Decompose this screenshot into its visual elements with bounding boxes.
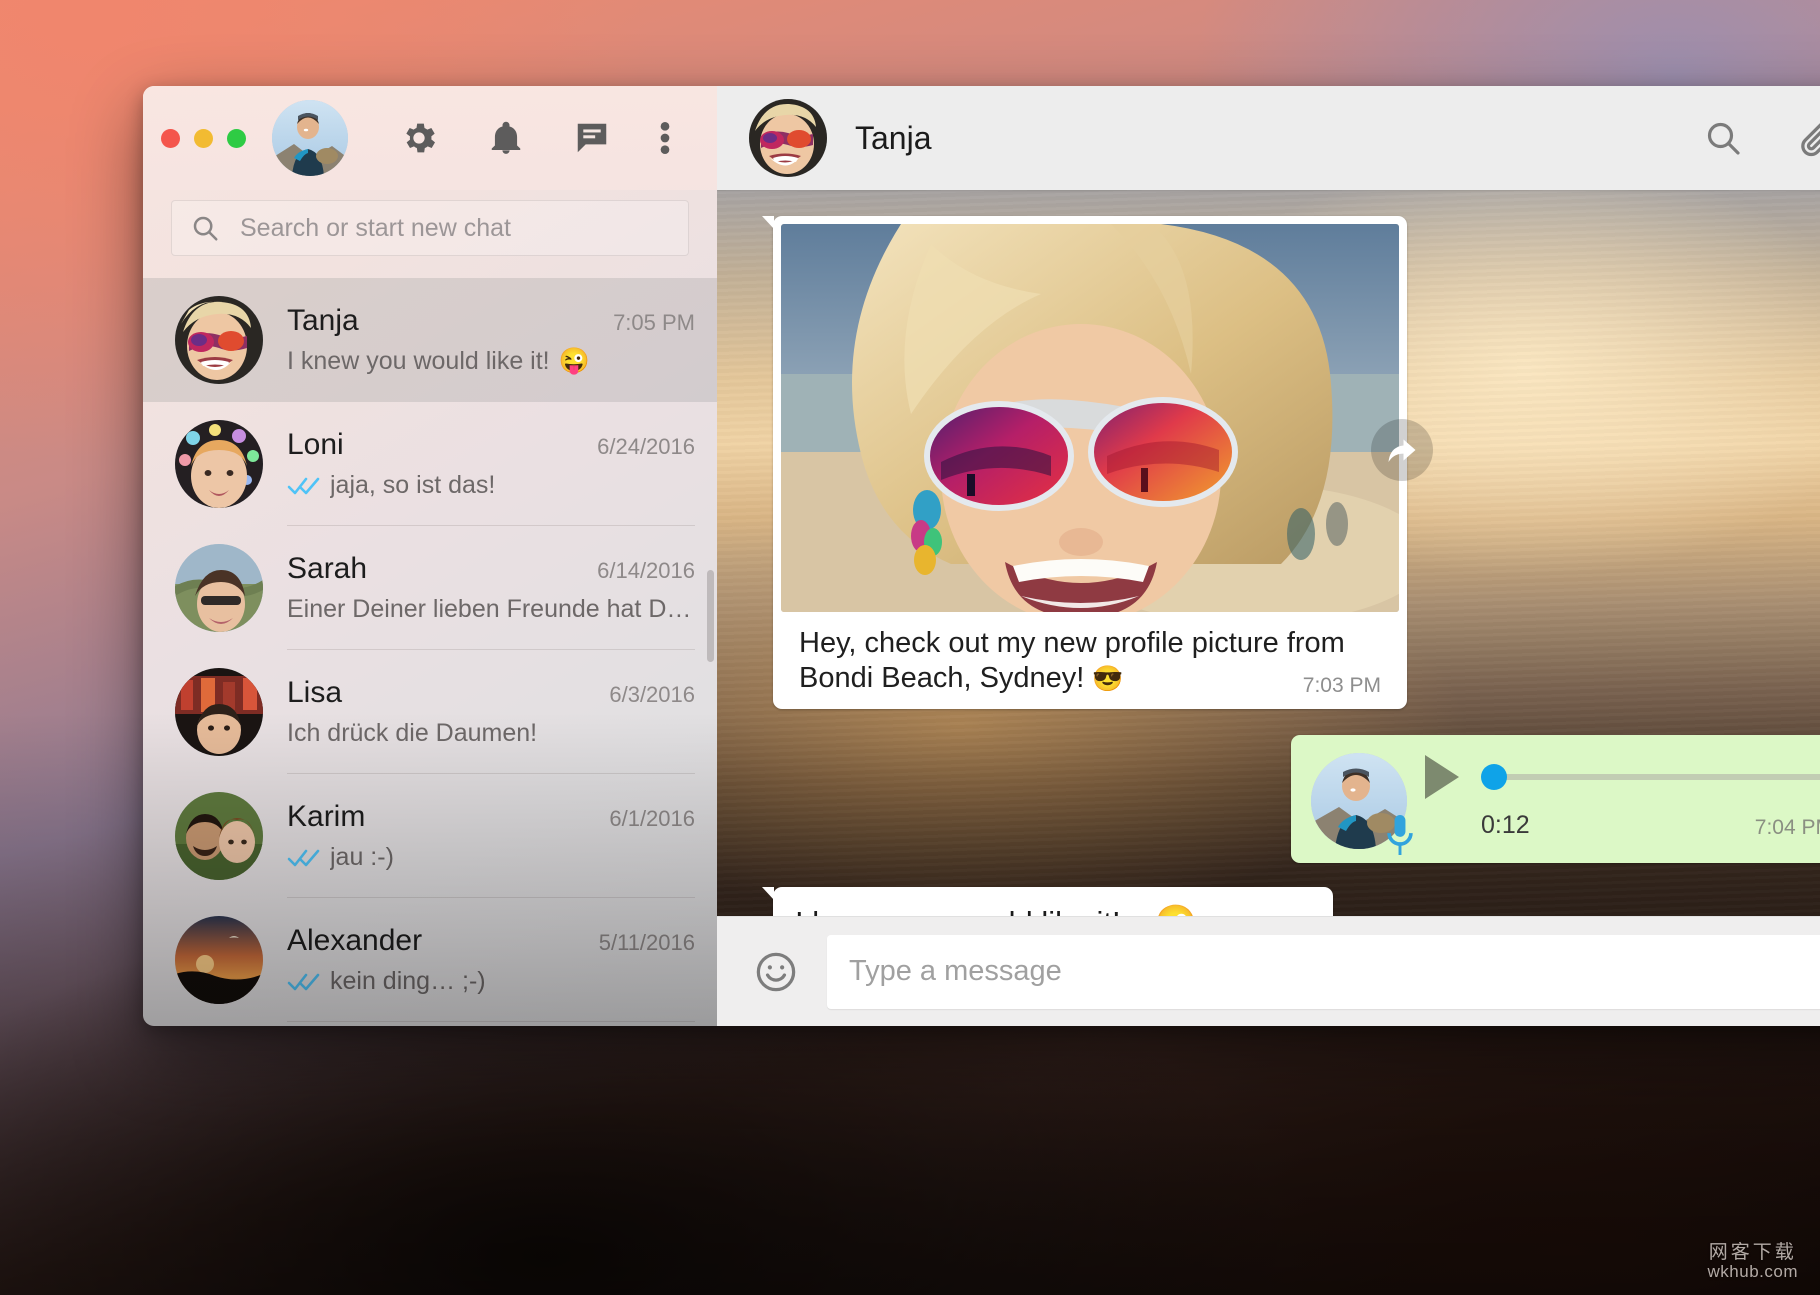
message-text: I knew you would like it! [795,905,1121,916]
window-traffic-lights [161,128,246,148]
read-receipt-icon [287,847,321,869]
conversation-header: Tanja [717,86,1820,190]
chat-item-time: 6/3/2016 [609,682,695,707]
chat-item-preview: Einer Deiner lieben Freunde hat Dir… [287,595,695,623]
smiley-icon[interactable] [753,949,799,995]
paperclip-icon[interactable] [1797,116,1820,160]
chat-item-body: Tanja 7:05 PM I knew you would like it! … [287,278,695,402]
voice-progress-knob[interactable] [1481,763,1507,790]
more-vertical-icon[interactable] [659,118,671,158]
avatar [175,916,263,1004]
message-photo[interactable] [781,224,1399,612]
image-caption: Hey, check out my new profile picture fr… [781,612,1399,709]
conversation-pane: Tanja Hey, check out my new profile pict… [717,86,1820,1026]
message-input[interactable] [827,934,1820,1009]
message-image-bubble[interactable]: Hey, check out my new profile picture fr… [762,216,1407,709]
search-box[interactable] [171,200,689,256]
chat-item-time: 7:05 PM [613,310,695,335]
desktop-wallpaper: Tanja 7:05 PM I knew you would like it! … [0,0,1820,1295]
chat-item-time: 5/11/2016 [598,930,695,955]
avatar [175,792,263,880]
voice-duration: 0:12 [1481,810,1530,839]
bell-icon[interactable] [487,118,525,158]
chat-list-scrollbar[interactable] [707,570,714,662]
chat-icon[interactable] [573,119,611,157]
search-container [143,190,717,278]
close-button[interactable] [161,128,180,148]
microphone-icon [1387,814,1413,855]
sunglasses-emoji: 😎 [1092,665,1124,694]
chat-item-time: 6/14/2016 [597,558,695,583]
sidebar-topbar [143,86,717,190]
chat-item-name: Lisa [287,676,343,709]
message-list: Hey, check out my new profile picture fr… [717,190,1820,916]
chat-item-name: Sarah [287,552,368,585]
message-timestamp: 7:04 PM [1754,815,1820,839]
message-composer [717,916,1820,1026]
whatsapp-window: Tanja 7:05 PM I knew you would like it! … [143,86,1820,1026]
chat-item-time: 6/1/2016 [609,806,695,831]
caption-line-2: Bondi Beach, Sydney! [799,662,1085,695]
zoom-button[interactable] [227,128,246,148]
forward-arrow-icon[interactable] [1371,419,1433,481]
chat-item-time: 6/24/2016 [597,434,695,459]
chat-list-item-sarah[interactable]: Sarah 6/14/2016 Einer Deiner lieben Freu… [143,526,717,650]
voice-player: 0:12 7:04 PM [1425,753,1820,840]
minimize-button[interactable] [194,128,213,148]
wink-tongue-emoji: 😜 [1155,906,1197,916]
chat-list-item-tanja[interactable]: Tanja 7:05 PM I knew you would like it! … [143,278,717,402]
chat-item-body: Lisa 6/3/2016 Ich drück die Daumen! [287,650,695,774]
contact-avatar[interactable] [749,99,827,177]
sidebar-toolbar-icons [399,118,693,158]
chat-item-body: Sarah 6/14/2016 Einer Deiner lieben Freu… [287,526,695,650]
chat-item-preview: jau :-) [330,843,394,871]
avatar [175,668,263,756]
conversation-header-icons [1703,116,1820,160]
watermark: 网客下载 wkhub.com [1708,1243,1798,1281]
chat-item-preview: I knew you would like it! [287,347,550,375]
chat-item-name: Alexander [287,924,423,957]
chat-item-preview: kein ding… ;-) [330,967,486,995]
play-icon[interactable] [1425,754,1459,799]
message-voice-bubble[interactable]: 0:12 7:04 PM [1291,734,1820,863]
message-timestamp: 7:03 PM [1302,674,1381,698]
read-receipt-icon [287,971,321,993]
message-text-bubble[interactable]: I knew you would like it! 😜 7:05 PM [761,886,1334,916]
chat-list-item-loni[interactable]: Loni 6/24/2016 jaja, so ist das! [143,402,717,526]
search-icon [190,213,220,243]
chat-list-item-alexander[interactable]: Alexander 5/11/2016 kein ding… ;-) [143,898,717,1022]
caption-line-1: Hey, check out my new profile picture fr… [799,627,1345,659]
chat-item-body: Alexander 5/11/2016 kein ding… ;-) [287,898,695,1022]
watermark-domain: wkhub.com [1707,1262,1798,1282]
gear-icon[interactable] [399,118,439,158]
my-profile-avatar[interactable] [272,100,348,176]
watermark-chinese: 网客下载 [1708,1242,1797,1264]
wink-tongue-emoji: 😜 [558,347,590,375]
voice-progress-bar [1481,773,1820,780]
avatar [175,420,263,508]
contact-name: Tanja [855,119,932,156]
read-receipt-icon [287,475,321,497]
sidebar: Tanja 7:05 PM I knew you would like it! … [143,86,717,1026]
chat-item-name: Karim [287,800,366,833]
chat-item-name: Loni [287,428,344,461]
chat-item-body: Karim 6/1/2016 jau :-) [287,774,695,898]
search-icon[interactable] [1703,118,1743,158]
voice-sender-avatar [1311,752,1413,855]
avatar [175,296,263,384]
voice-progress-track[interactable] [1481,763,1820,790]
chat-list-item-lisa[interactable]: Lisa 6/3/2016 Ich drück die Daumen! [143,650,717,774]
chat-item-body: Loni 6/24/2016 jaja, so ist das! [287,402,695,526]
avatar [175,544,263,632]
chat-item-name: Tanja [287,304,359,337]
search-input[interactable] [240,213,670,243]
chat-list-item-karim[interactable]: Karim 6/1/2016 jau :-) [143,774,717,898]
chat-list[interactable]: Tanja 7:05 PM I knew you would like it! … [143,278,717,1026]
chat-item-preview: jaja, so ist das! [330,471,496,499]
chat-item-preview: Ich drück die Daumen! [287,719,538,747]
